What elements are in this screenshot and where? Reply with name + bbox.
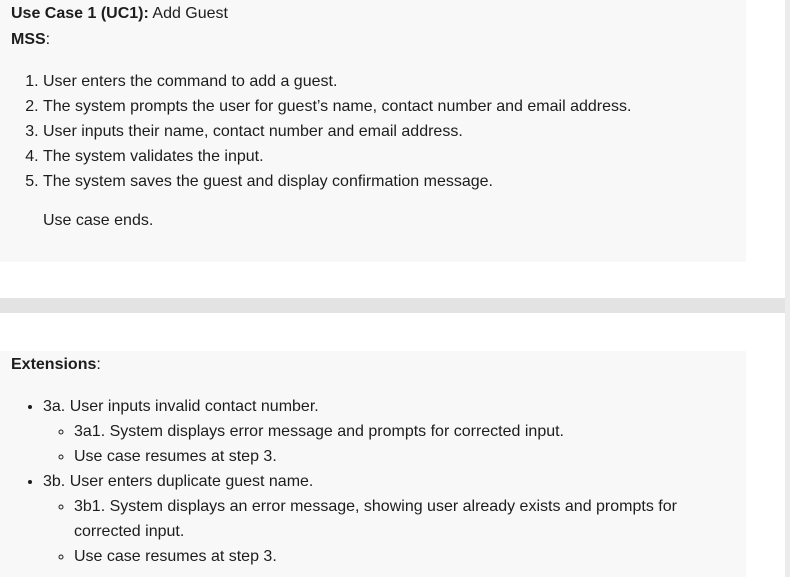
extension-text: 3b. User enters duplicate guest name. <box>43 473 314 490</box>
page-separator <box>0 298 790 313</box>
extension-sub-item: 3b1. System displays an error message, s… <box>74 494 723 544</box>
extensions-heading: Extensions: <box>11 354 101 376</box>
mss-step: User enters the command to add a guest. <box>43 69 733 94</box>
use-case-ending: Use case ends. <box>43 212 154 229</box>
mss-step: The system prompts the user for guest’s … <box>43 94 733 119</box>
document-page-top: Use Case 1 (UC1): Add Guest MSS: User en… <box>0 0 785 298</box>
mss-label: MSS <box>11 31 46 48</box>
mss-step: The system saves the guest and display c… <box>43 169 733 194</box>
right-gutter <box>785 0 790 577</box>
use-case-label: Use Case 1 (UC1) <box>11 5 144 22</box>
extension-sub-item: 3a1. System displays error message and p… <box>74 419 723 444</box>
extensions-label: Extensions <box>11 356 97 373</box>
mss-step: User inputs their name, contact number a… <box>43 119 733 144</box>
use-case-title: Add Guest <box>148 5 228 22</box>
extension-text: 3a. User inputs invalid contact number. <box>43 398 319 415</box>
extension-sub-item: Use case resumes at step 3. <box>74 444 723 469</box>
extension-item: 3b. User enters duplicate guest name. 3b… <box>43 469 723 569</box>
extension-sub-list: 3b1. System displays an error message, s… <box>43 494 723 569</box>
document-page-bottom: Extensions: 3a. User inputs invalid cont… <box>0 313 785 577</box>
mss-colon: : <box>45 31 51 48</box>
extension-sub-list: 3a1. System displays error message and p… <box>43 419 723 469</box>
extension-sub-item: Use case resumes at step 3. <box>74 544 723 569</box>
use-case-main-block: Use Case 1 (UC1): Add Guest MSS: User en… <box>0 0 746 262</box>
mss-steps-list: User enters the command to add a guest. … <box>0 69 733 194</box>
use-case-heading: Use Case 1 (UC1): Add Guest <box>11 3 228 25</box>
mss-step: The system validates the input. <box>43 144 733 169</box>
extensions-colon: : <box>96 356 101 373</box>
extensions-list: 3a. User inputs invalid contact number. … <box>0 394 723 569</box>
mss-heading: MSS: <box>11 29 50 51</box>
extension-item: 3a. User inputs invalid contact number. … <box>43 394 723 469</box>
